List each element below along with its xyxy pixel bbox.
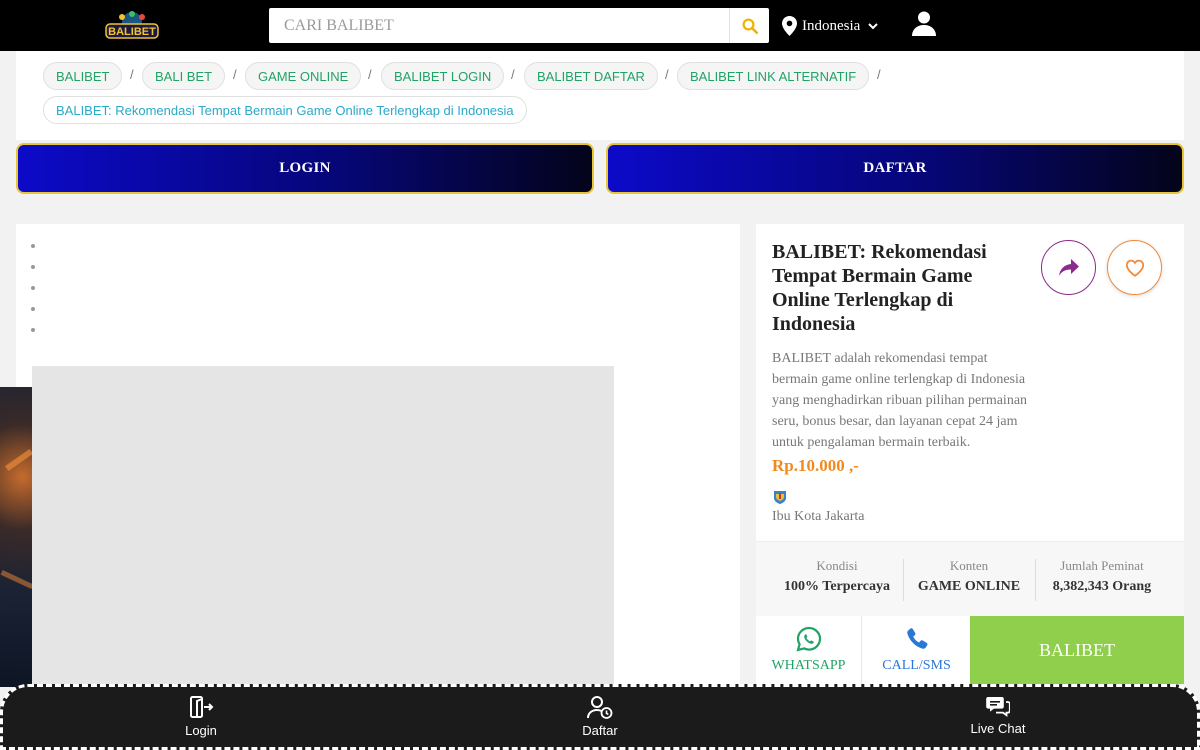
search-button[interactable] (729, 8, 769, 43)
nav-login[interactable]: Login (141, 695, 261, 738)
gallery-bullet[interactable] (31, 265, 35, 269)
whatsapp-button[interactable]: WHATSAPP (756, 616, 862, 684)
breadcrumb-item-current[interactable]: BALIBET: Rekomendasi Tempat Bermain Game… (43, 96, 527, 124)
map-pin-icon (782, 16, 797, 36)
gallery-bullet[interactable] (31, 328, 35, 332)
gallery-bullet[interactable] (31, 244, 35, 248)
product-panel: BALIBET: Rekomendasi Tempat Bermain Game… (756, 224, 1184, 684)
nav-login-label: Login (185, 723, 217, 738)
product-image-placeholder (32, 366, 614, 684)
breadcrumb-item-balibet[interactable]: BALIBET (43, 62, 123, 90)
share-button[interactable] (1041, 240, 1096, 295)
stat-label: Konten (949, 558, 989, 573)
breadcrumb-separator: / (233, 67, 237, 82)
chat-icon (986, 697, 1010, 717)
stat-label: Jumlah Peminat (1060, 558, 1144, 573)
divider (1035, 559, 1036, 601)
divider (903, 559, 904, 601)
search-icon (742, 18, 758, 34)
register-icon (587, 696, 613, 719)
balibet-main-label: BALIBET (1039, 639, 1115, 660)
stat-jumlah-peminat: Jumlah Peminat 8,382,343 Orang (1038, 558, 1166, 595)
stat-value: GAME ONLINE (917, 579, 1021, 594)
heart-icon (1125, 259, 1144, 277)
chevron-down-icon (868, 22, 879, 29)
product-location: Ibu Kota Jakarta (772, 509, 865, 524)
user-account-icon[interactable] (911, 10, 937, 36)
call-sms-button[interactable]: CALL/SMS (863, 616, 970, 684)
breadcrumb-item-balibet-link-alternatif[interactable]: BALIBET LINK ALTERNATIF (677, 62, 870, 90)
login-button[interactable]: LOGIN (16, 143, 594, 194)
breadcrumb-item-balibet-login[interactable]: BALIBET LOGIN (381, 62, 505, 90)
side-banner-image (0, 387, 32, 687)
location-label: Indonesia (802, 17, 861, 34)
balibet-main-button[interactable]: BALIBET (970, 616, 1184, 684)
nav-live-chat[interactable]: Live Chat (938, 695, 1058, 736)
product-price: Rp.10.000 ,- (772, 456, 859, 475)
breadcrumb: BALIBET / BALI BET / GAME ONLINE / BALIB… (16, 51, 1184, 140)
product-title: BALIBET: Rekomendasi Tempat Bermain Game… (772, 241, 987, 335)
search-box (269, 8, 769, 43)
location-selector[interactable]: Indonesia (782, 14, 879, 38)
stat-kondisi: Kondisi 100% Terpercaya (772, 558, 902, 595)
gallery-bullet[interactable] (31, 307, 35, 311)
stat-value: 100% Terpercaya (784, 579, 890, 594)
nav-daftar-label: Daftar (582, 723, 618, 738)
gallery-bullet[interactable] (31, 286, 35, 290)
logo-text: BALIBET (108, 26, 156, 38)
stat-konten: Konten GAME ONLINE (906, 558, 1032, 595)
breadcrumb-separator: / (130, 67, 134, 82)
breadcrumb-item-bali-bet[interactable]: BALI BET (142, 62, 226, 90)
phone-icon (906, 628, 927, 649)
nav-daftar[interactable]: Daftar (540, 695, 660, 738)
whatsapp-label: WHATSAPP (771, 658, 846, 673)
breadcrumb-separator: / (368, 67, 372, 82)
top-bar: BALIBET Indonesia (0, 0, 1200, 51)
breadcrumb-item-game-online[interactable]: GAME ONLINE (245, 62, 362, 90)
share-icon (1058, 258, 1079, 276)
call-sms-label: CALL/SMS (882, 658, 951, 673)
stat-value: 8,382,343 Orang (1052, 579, 1152, 594)
gallery-thumbnail-list (31, 244, 35, 349)
breadcrumb-separator: / (877, 67, 881, 82)
daftar-button[interactable]: DAFTAR (606, 143, 1184, 194)
favorite-button[interactable] (1107, 240, 1162, 295)
stat-label: Kondisi (816, 558, 858, 573)
site-logo[interactable]: BALIBET (104, 8, 160, 42)
nav-live-chat-label: Live Chat (970, 721, 1026, 736)
whatsapp-icon (795, 626, 821, 652)
region-emblem-icon (774, 491, 786, 504)
breadcrumb-separator: / (665, 67, 669, 82)
breadcrumb-separator: / (511, 67, 515, 82)
search-input[interactable] (269, 8, 729, 43)
product-gallery (16, 224, 740, 684)
bottom-navigation: Login Daftar Live Chat (0, 684, 1200, 750)
breadcrumb-item-balibet-daftar[interactable]: BALIBET DAFTAR (524, 62, 658, 90)
login-icon (190, 696, 214, 718)
product-stats: Kondisi 100% Terpercaya Konten GAME ONLI… (756, 541, 1184, 616)
product-description: BALIBET adalah rekomendasi tempat bermai… (772, 351, 1028, 450)
